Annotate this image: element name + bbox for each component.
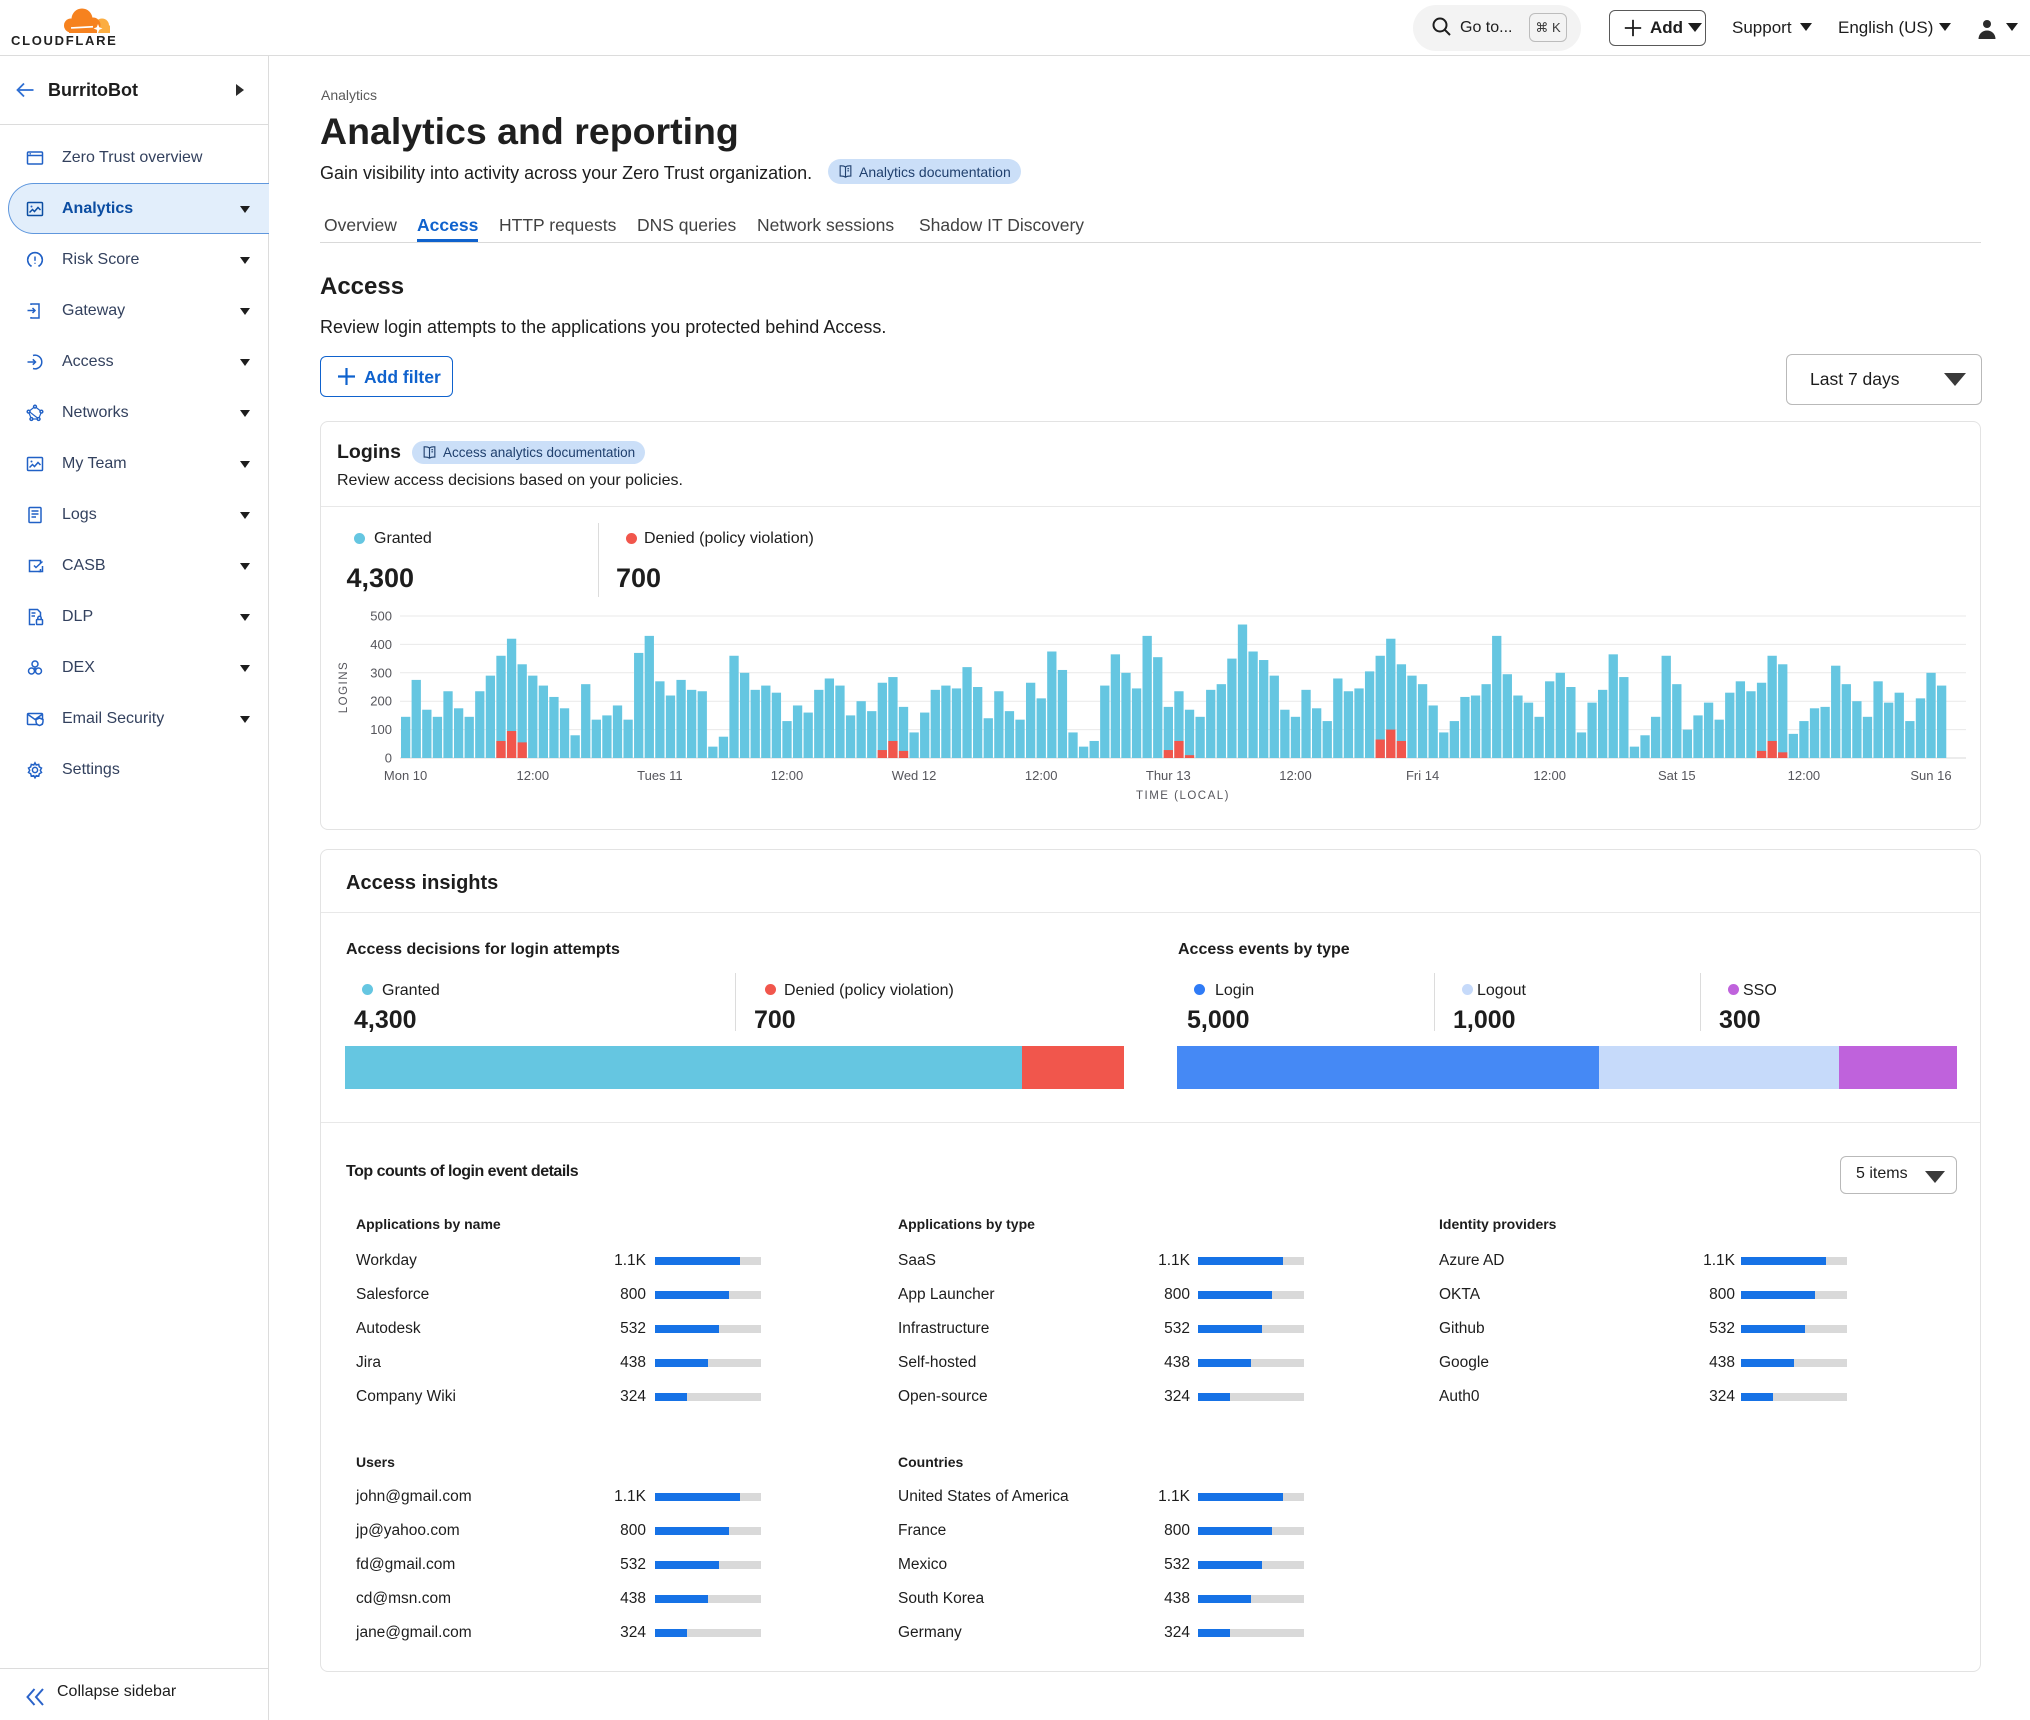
svg-text:400: 400 [370, 637, 392, 652]
svg-text:300: 300 [370, 665, 392, 680]
svg-text:0: 0 [385, 751, 392, 766]
svg-text:12:00: 12:00 [1533, 768, 1566, 783]
svg-text:Wed 12: Wed 12 [892, 768, 937, 783]
svg-text:Mon 10: Mon 10 [384, 768, 427, 783]
svg-text:200: 200 [370, 694, 392, 709]
svg-text:Fri 14: Fri 14 [1406, 768, 1439, 783]
svg-text:LOGINS: LOGINS [338, 661, 350, 713]
svg-text:100: 100 [370, 722, 392, 737]
svg-text:Sat 15: Sat 15 [1658, 768, 1696, 783]
svg-text:Thur 13: Thur 13 [1146, 768, 1191, 783]
svg-text:12:00: 12:00 [1025, 768, 1058, 783]
svg-text:12:00: 12:00 [517, 768, 550, 783]
svg-text:12:00: 12:00 [1788, 768, 1821, 783]
svg-text:500: 500 [370, 609, 392, 624]
svg-text:Sun 16: Sun 16 [1910, 768, 1951, 783]
svg-text:12:00: 12:00 [771, 768, 804, 783]
svg-text:Tues 11: Tues 11 [637, 768, 683, 783]
svg-text:TIME (LOCAL): TIME (LOCAL) [1136, 790, 1230, 802]
svg-text:12:00: 12:00 [1279, 768, 1312, 783]
